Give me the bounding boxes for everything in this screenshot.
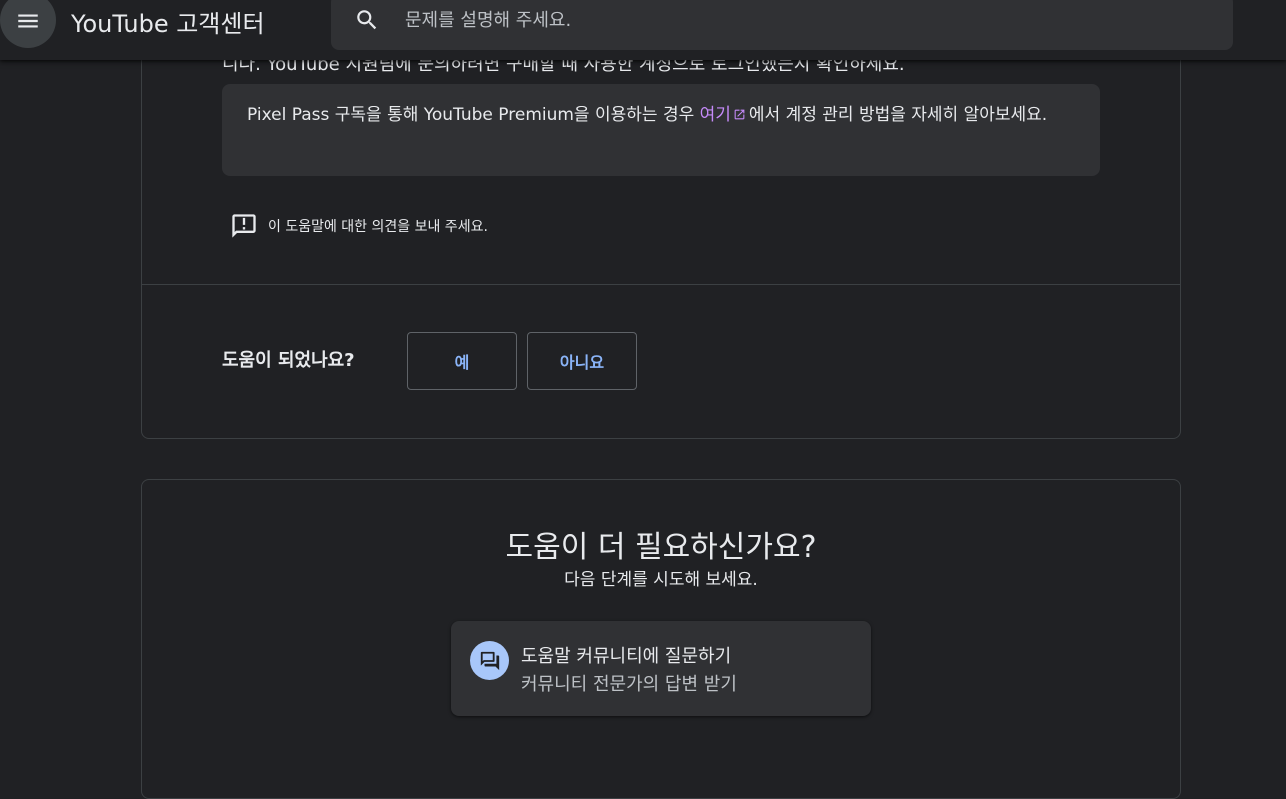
app-title[interactable]: YouTube 고객센터 [71,4,265,39]
need-more-help-subtitle: 다음 단계를 시도해 보세요. [564,570,758,590]
hamburger-menu-icon [18,14,38,28]
section-divider [142,284,1180,285]
helpful-yes-button[interactable]: 예 [407,332,517,390]
external-link-icon[interactable] [733,108,746,121]
search-input[interactable] [403,6,1183,34]
feedback-label[interactable]: 이 도움말에 대한 의견을 보내 주세요. [268,216,488,236]
helpful-no-button[interactable]: 아니요 [527,332,637,390]
callout-text-before: Pixel Pass 구독을 통해 YouTube Premium을 이용하는 … [247,105,700,125]
send-feedback-link[interactable]: 이 도움말에 대한 의견을 보내 주세요. [230,212,488,240]
main-menu-button[interactable] [0,0,56,48]
pixel-pass-callout: Pixel Pass 구독을 통해 YouTube Premium을 이용하는 … [222,84,1100,176]
callout-link-text[interactable]: 여기 [700,105,731,125]
callout-link[interactable]: 여기 [700,105,749,125]
ask-community-title[interactable]: 도움말 커뮤니티에 질문하기 [521,642,731,668]
search-icon[interactable] [354,7,380,33]
need-more-help-title: 도움이 더 필요하신가요? [505,530,817,565]
forum-icon [470,641,509,680]
callout-text-after: 에서 계정 관리 방법을 자세히 알아보세요. [748,105,1048,125]
ask-community-subtitle: 커뮤니티 전문가의 답변 받기 [521,674,737,695]
ask-community-card[interactable]: 도움말 커뮤니티에 질문하기 커뮤니티 전문가의 답변 받기 [451,621,871,716]
feedback-icon [232,214,256,238]
search-box[interactable] [331,0,1233,50]
helpful-question: 도움이 되었나요? [222,350,355,371]
top-app-bar: YouTube 고객센터 [0,0,1286,60]
